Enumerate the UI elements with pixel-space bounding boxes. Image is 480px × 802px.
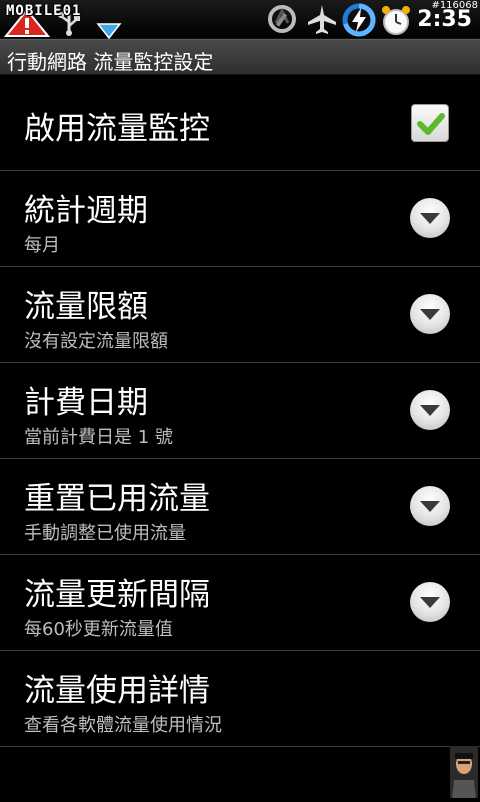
- pref-title: 統計週期: [24, 193, 148, 229]
- pref-title: 流量使用詳情: [24, 673, 210, 709]
- dropdown-button[interactable]: [410, 390, 450, 430]
- dropdown-button[interactable]: [410, 294, 450, 334]
- pref-title: 啟用流量監控: [24, 111, 210, 147]
- preference-list: 啟用流量監控 統計週期 每月 流量限額 沒有設定流量限額 計費日期 當前計費日是…: [0, 75, 480, 747]
- chevron-down-icon: [420, 597, 440, 608]
- clock: 2:35: [417, 7, 472, 32]
- pref-data-limit[interactable]: 流量限額 沒有設定流量限額: [0, 267, 480, 363]
- pref-title: 計費日期: [24, 385, 148, 421]
- airplane-mode-icon: [308, 5, 336, 34]
- chevron-down-icon: [420, 501, 440, 512]
- chevron-down-icon: [420, 309, 440, 320]
- battery-charging-icon: [342, 3, 376, 37]
- avatar: [450, 746, 478, 798]
- pref-usage-details[interactable]: 流量使用詳情 查看各軟體流量使用情況: [0, 651, 480, 747]
- pref-update-interval[interactable]: 流量更新間隔 每60秒更新流量值: [0, 555, 480, 651]
- pref-statistics-period[interactable]: 統計週期 每月: [0, 171, 480, 267]
- dropdown-button[interactable]: [410, 486, 450, 526]
- watermark: MOBILE01: [6, 3, 82, 19]
- checkmark-icon: [417, 113, 445, 135]
- enable-monitoring-checkbox[interactable]: [411, 104, 449, 142]
- pref-title: 流量限額: [24, 289, 148, 325]
- system-icons: #116068 2:35: [265, 0, 480, 38]
- pref-summary: 手動調整已使用流量: [24, 523, 186, 544]
- pref-enable-monitoring[interactable]: 啟用流量監控: [0, 75, 480, 171]
- pref-summary: 每月: [24, 235, 60, 256]
- title-bar: 行動網路 流量監控設定: [0, 39, 480, 75]
- pref-summary: 每60秒更新流量值: [24, 619, 173, 640]
- page-title: 行動網路 流量監控設定: [7, 50, 214, 74]
- alarm-clock-icon: [382, 6, 410, 35]
- pref-title: 流量更新間隔: [24, 577, 210, 613]
- pref-reset-usage[interactable]: 重置已用流量 手動調整已使用流量: [0, 459, 480, 555]
- pref-summary: 查看各軟體流量使用情況: [24, 715, 222, 736]
- dropdown-button[interactable]: [410, 198, 450, 238]
- chevron-down-icon: [420, 213, 440, 224]
- pref-billing-date[interactable]: 計費日期 當前計費日是 1 號: [0, 363, 480, 459]
- pref-title: 重置已用流量: [24, 481, 210, 517]
- pref-summary: 沒有設定流量限額: [24, 331, 168, 352]
- status-bar: MOBILE01 #116068 2:35: [0, 0, 480, 40]
- notification-icons[interactable]: MOBILE01: [4, 2, 134, 40]
- dropdown-button[interactable]: [410, 582, 450, 622]
- avatar-icon: [450, 746, 478, 798]
- chevron-down-icon: [420, 405, 440, 416]
- pref-summary: 當前計費日是 1 號: [24, 427, 173, 448]
- data-sync-icon: [268, 5, 296, 33]
- download-icon: [96, 23, 122, 40]
